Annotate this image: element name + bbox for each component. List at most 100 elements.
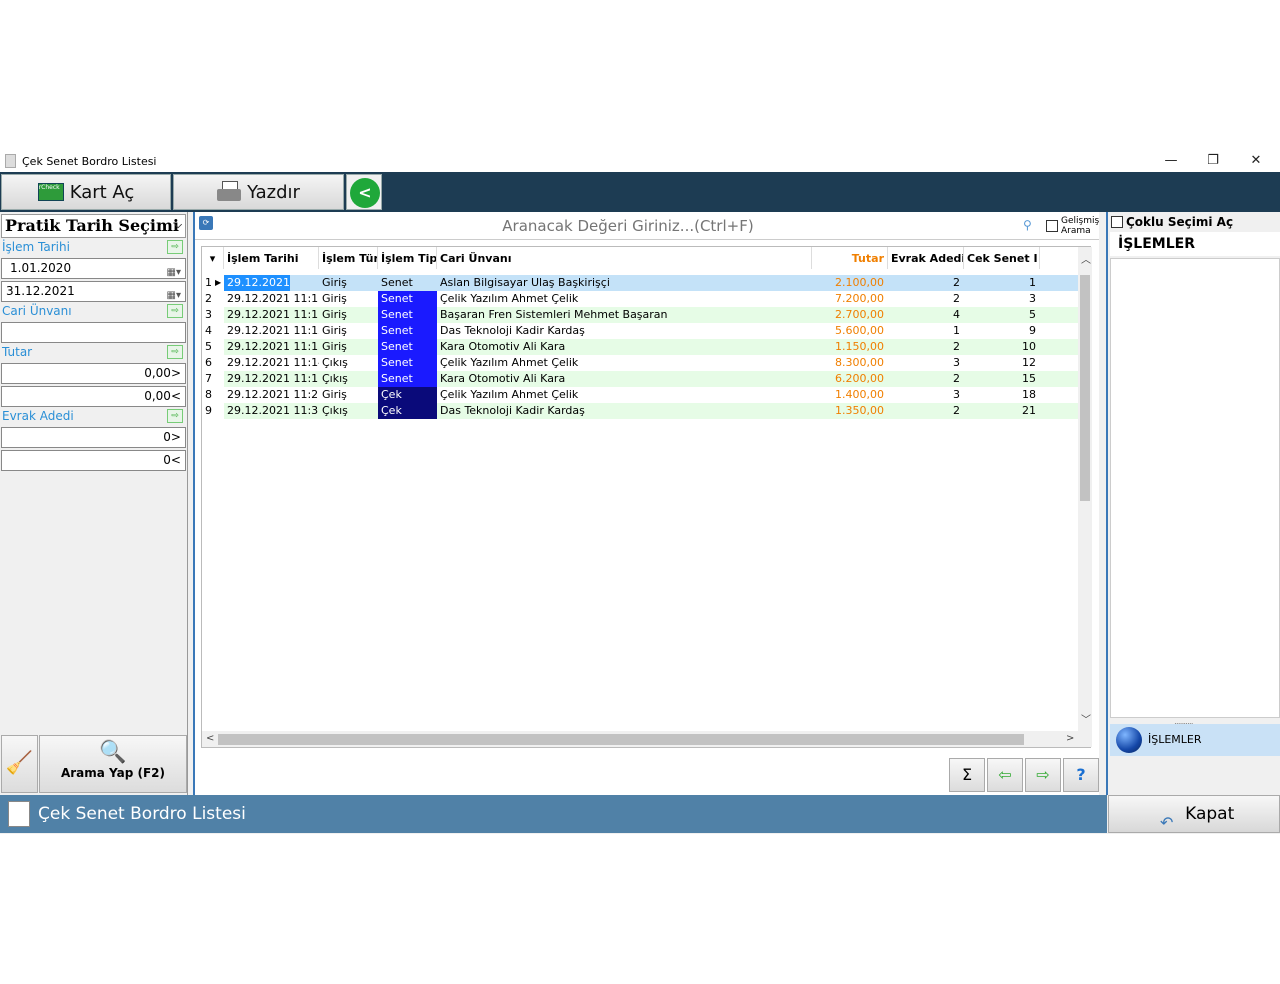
- cell-type[interactable]: Giriş: [319, 307, 378, 323]
- clear-filters-button[interactable]: 🧹: [1, 735, 38, 793]
- table-row[interactable]: 6 29.12.2021 11:14 Çıkış Senet Çelik Yazılım…: [202, 355, 1078, 371]
- advanced-search-toggle[interactable]: Gelişmiş Arama: [1044, 214, 1104, 238]
- close-button[interactable]: ↶ Kapat: [1108, 795, 1280, 833]
- column-header[interactable]: İşlem Tarihi: [224, 247, 319, 269]
- help-icon[interactable]: ?: [1063, 758, 1099, 792]
- cell-type[interactable]: Çıkış: [319, 371, 378, 387]
- cell-adet[interactable]: 2: [888, 371, 964, 387]
- cell-kind[interactable]: Çek: [378, 387, 437, 403]
- multi-select-checkbox[interactable]: [1111, 216, 1123, 228]
- table-row[interactable]: 9 29.12.2021 11:31 Çıkış Çek Das Teknoloji K…: [202, 403, 1078, 419]
- next-page-icon[interactable]: ⇨: [1025, 758, 1061, 792]
- cell-id[interactable]: 18: [964, 387, 1040, 403]
- cell-kind[interactable]: Senet: [378, 323, 437, 339]
- cell-kind[interactable]: Senet: [378, 355, 437, 371]
- quick-date-select[interactable]: Pratik Tarih Seçimi ⌵: [1, 214, 186, 238]
- refresh-icon[interactable]: ⟳: [199, 216, 213, 230]
- cell-id[interactable]: 3: [964, 291, 1040, 307]
- cell-adet[interactable]: 2: [888, 275, 964, 291]
- cell-date[interactable]: 29.12.2021: [224, 275, 290, 291]
- cell-type[interactable]: Giriş: [319, 323, 378, 339]
- cell-adet[interactable]: 3: [888, 355, 964, 371]
- cell-date[interactable]: 29.12.2021 11:17: [224, 371, 319, 387]
- date-to-field[interactable]: 31.12.2021 ▦▾: [1, 281, 186, 302]
- cell-tutar[interactable]: 1.350,00: [812, 403, 888, 419]
- cell-id[interactable]: 21: [964, 403, 1040, 419]
- minimize-button[interactable]: —: [1156, 152, 1186, 170]
- table-row[interactable]: 4 29.12.2021 11:12 Giriş Senet Das Teknoloji…: [202, 323, 1078, 339]
- cell-adet[interactable]: 3: [888, 387, 964, 403]
- cell-cari[interactable]: Das Teknoloji Kadir Kardaş: [437, 323, 812, 339]
- previous-page-icon[interactable]: ⇦: [987, 758, 1023, 792]
- vertical-scrollbar[interactable]: ︿ ﹀: [1078, 247, 1092, 747]
- cell-cari[interactable]: Başaran Fren Sistemleri Mehmet Başaran: [437, 307, 812, 323]
- cell-date[interactable]: 29.12.2021 11:13: [224, 339, 319, 355]
- sum-icon[interactable]: Σ: [949, 758, 985, 792]
- cell-type[interactable]: Giriş: [319, 339, 378, 355]
- cell-id[interactable]: 15: [964, 371, 1040, 387]
- cell-id[interactable]: 9: [964, 323, 1040, 339]
- cell-date[interactable]: 29.12.2021 11:27: [224, 387, 319, 403]
- sort-indicator-icon[interactable]: ▾: [202, 247, 224, 269]
- cell-date[interactable]: 29.12.2021 11:11: [224, 291, 319, 307]
- cell-adet[interactable]: 1: [888, 323, 964, 339]
- cell-type[interactable]: Giriş: [319, 275, 378, 291]
- calendar-dropdown-icon[interactable]: ▦▾: [167, 263, 181, 282]
- column-header[interactable]: İşlem Türü: [319, 247, 378, 269]
- scroll-up-icon[interactable]: ︿: [1081, 251, 1091, 266]
- vertical-scroll-thumb[interactable]: [1080, 275, 1090, 501]
- cell-tutar[interactable]: 7.200,00: [812, 291, 888, 307]
- tutar-max-field[interactable]: 0,00<: [1, 386, 186, 407]
- open-card-button[interactable]: rCheck Kart Aç: [1, 174, 171, 210]
- cell-adet[interactable]: 2: [888, 403, 964, 419]
- cell-tutar[interactable]: 2.100,00: [812, 275, 888, 291]
- cell-kind[interactable]: Çek: [378, 403, 437, 419]
- cell-type[interactable]: Giriş: [319, 387, 378, 403]
- column-header[interactable]: İşlem Tipi: [378, 247, 437, 269]
- column-header[interactable]: Tutar: [812, 247, 888, 269]
- date-from-field[interactable]: 1.01.2020 ▦▾: [1, 258, 186, 279]
- horizontal-scroll-thumb[interactable]: [218, 734, 1024, 745]
- cell-type[interactable]: Çıkış: [319, 403, 378, 419]
- cell-cari[interactable]: Kara Otomotiv Ali Kara: [437, 339, 812, 355]
- cell-kind[interactable]: Senet: [378, 339, 437, 355]
- cell-date[interactable]: 29.12.2021 11:11: [224, 307, 319, 323]
- table-row[interactable]: 2 29.12.2021 11:11 Giriş Senet Çelik Yazılım…: [202, 291, 1078, 307]
- cell-type[interactable]: Giriş: [319, 291, 378, 307]
- cell-kind[interactable]: Senet: [378, 275, 437, 291]
- evrak-adedi-toggle-icon[interactable]: ⇨: [167, 409, 183, 423]
- table-row[interactable]: 8 29.12.2021 11:27 Giriş Çek Çelik Yazılım A…: [202, 387, 1078, 403]
- cell-tutar[interactable]: 1.150,00: [812, 339, 888, 355]
- cell-date[interactable]: 29.12.2021 11:14: [224, 355, 319, 371]
- cell-adet[interactable]: 2: [888, 291, 964, 307]
- cell-tutar[interactable]: 8.300,00: [812, 355, 888, 371]
- calendar-dropdown-icon[interactable]: ▦▾: [167, 286, 181, 305]
- search-button[interactable]: 🔍 Arama Yap (F2): [39, 735, 187, 793]
- column-header[interactable]: Cari Ünvanı: [437, 247, 812, 269]
- cell-cari[interactable]: Aslan Bilgisayar Ulaş Başkirişçi: [437, 275, 812, 291]
- print-button[interactable]: Yazdır: [173, 174, 344, 210]
- cell-cari[interactable]: Çelik Yazılım Ahmet Çelik: [437, 387, 812, 403]
- cell-id[interactable]: 12: [964, 355, 1040, 371]
- table-row[interactable]: 3 29.12.2021 11:11 Giriş Senet Başaran Fren …: [202, 307, 1078, 323]
- table-row[interactable]: 7 29.12.2021 11:17 Çıkış Senet Kara Otomotiv…: [202, 371, 1078, 387]
- cell-tutar[interactable]: 6.200,00: [812, 371, 888, 387]
- share-button[interactable]: <: [346, 174, 382, 210]
- operations-item[interactable]: İŞLEMLER: [1110, 724, 1280, 756]
- column-header[interactable]: Cek Senet I D: [964, 247, 1040, 269]
- evrak-min-field[interactable]: 0>: [1, 427, 186, 448]
- scroll-right-icon[interactable]: >: [1066, 733, 1074, 744]
- cari-unvani-field[interactable]: [1, 322, 186, 343]
- cari-unvani-toggle-icon[interactable]: ⇨: [167, 304, 183, 318]
- table-row[interactable]: 1 ▶ 29.12.2021 Giriş Senet Aslan Bilgisayar U…: [202, 275, 1078, 291]
- restore-button[interactable]: ❐: [1198, 152, 1228, 170]
- search-input[interactable]: [219, 214, 1037, 238]
- cell-id[interactable]: 10: [964, 339, 1040, 355]
- cell-kind[interactable]: Senet: [378, 371, 437, 387]
- cell-tutar[interactable]: 1.400,00: [812, 387, 888, 403]
- cell-tutar[interactable]: 2.700,00: [812, 307, 888, 323]
- evrak-max-field[interactable]: 0<: [1, 450, 186, 471]
- cell-cari[interactable]: Çelik Yazılım Ahmet Çelik: [437, 355, 812, 371]
- table-row[interactable]: 5 29.12.2021 11:13 Giriş Senet Kara Otomotiv…: [202, 339, 1078, 355]
- advanced-search-checkbox[interactable]: [1046, 220, 1058, 232]
